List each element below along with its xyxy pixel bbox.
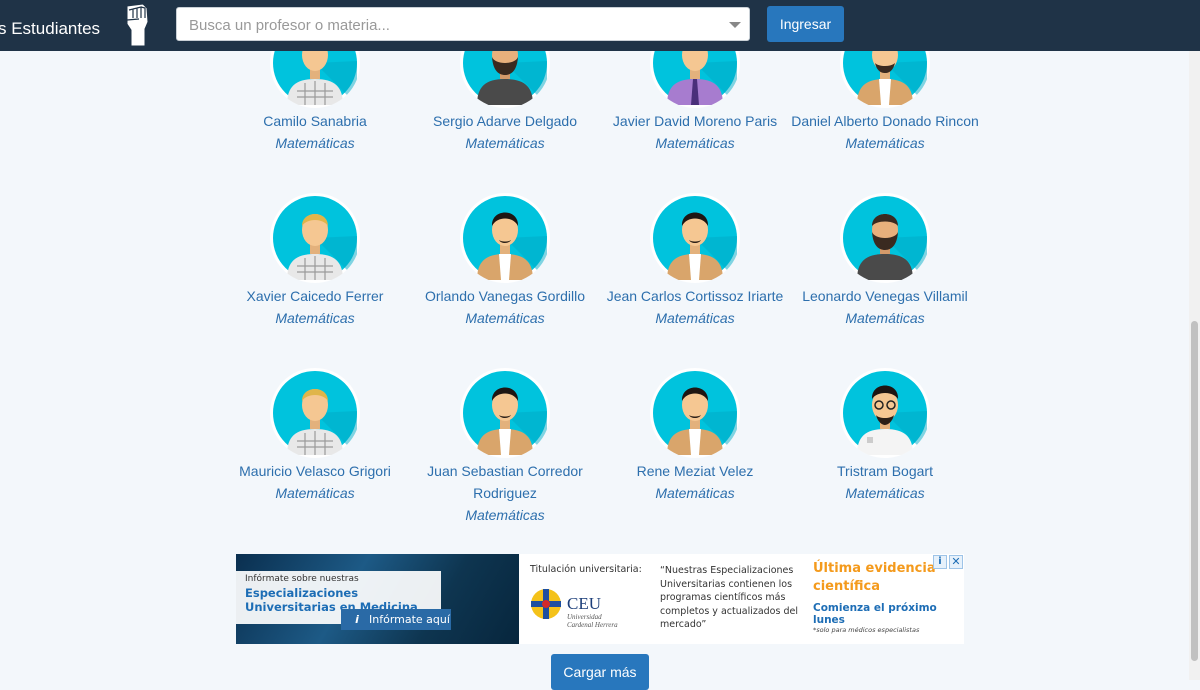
teacher-subject[interactable]: Matemáticas: [600, 132, 790, 154]
teacher-card[interactable]: Leonardo Venegas Villamil Matemáticas: [790, 193, 980, 329]
brand-name[interactable]: s Estudiantes: [0, 19, 100, 39]
scrollbar-thumb[interactable]: [1191, 321, 1198, 661]
teacher-name[interactable]: Mauricio Velasco Grigori: [220, 460, 410, 482]
scrollbar[interactable]: [1189, 51, 1200, 680]
teacher-subject[interactable]: Matemáticas: [220, 307, 410, 329]
teacher-name[interactable]: Tristram Bogart: [790, 460, 980, 482]
ad-info-button[interactable]: i Infórmate aquí: [341, 609, 451, 630]
login-button[interactable]: Ingresar: [767, 6, 844, 42]
teacher-name[interactable]: Jean Carlos Cortissoz Iriarte: [600, 285, 790, 307]
ceu-logo-text: CEU: [567, 594, 601, 613]
close-icon[interactable]: ✕: [949, 555, 963, 569]
teacher-subject[interactable]: Matemáticas: [790, 132, 980, 154]
man-jacket-avatar[interactable]: [650, 193, 740, 283]
raised-fist-icon[interactable]: [119, 2, 155, 48]
chevron-down-icon[interactable]: [729, 22, 741, 28]
blond-man-plaid-shirt-avatar[interactable]: [270, 368, 360, 458]
ad-info-button-label: Infórmate aquí: [369, 613, 450, 626]
blond-man-plaid-shirt-avatar[interactable]: [270, 193, 360, 283]
ceu-logo-subtitle: Universidad Cardenal Herrera: [567, 613, 618, 629]
ad-start-text[interactable]: Comienza el próximo lunes: [813, 602, 964, 626]
teacher-card[interactable]: Rene Meziat Velez Matemáticas: [600, 368, 790, 504]
man-jacket-avatar[interactable]: [460, 193, 550, 283]
teacher-card[interactable]: Mauricio Velasco Grigori Matemáticas: [220, 368, 410, 504]
man-glasses-white-coat-avatar[interactable]: [840, 368, 930, 458]
teacher-name[interactable]: Xavier Caicedo Ferrer: [220, 285, 410, 307]
teacher-name[interactable]: Camilo Sanabria: [220, 110, 410, 132]
man-jacket-avatar[interactable]: [460, 368, 550, 458]
search-box[interactable]: [176, 7, 750, 42]
teacher-name[interactable]: Leonardo Venegas Villamil: [790, 285, 980, 307]
teacher-name[interactable]: Rene Meziat Velez: [600, 460, 790, 482]
teacher-subject[interactable]: Matemáticas: [790, 307, 980, 329]
ad-quote: “Nuestras Especializaciones Universitari…: [660, 565, 798, 630]
teacher-name[interactable]: Javier David Moreno Paris: [600, 110, 790, 132]
teacher-card[interactable]: Juan Sebastian Corredor Rodriguez Matemá…: [410, 368, 600, 526]
teacher-name[interactable]: Juan Sebastian Corredor Rodriguez: [410, 460, 600, 504]
ad-banner[interactable]: Infórmate sobre nuestras Especializacion…: [236, 554, 964, 644]
man-jacket-avatar[interactable]: [650, 368, 740, 458]
teacher-subject[interactable]: Matemáticas: [600, 307, 790, 329]
teacher-card[interactable]: Orlando Vanegas Gordillo Matemáticas: [410, 193, 600, 329]
load-more-button[interactable]: Cargar más: [551, 654, 649, 690]
teacher-subject[interactable]: Matemáticas: [220, 132, 410, 154]
info-icon: i: [355, 613, 359, 626]
info-icon[interactable]: i: [933, 555, 947, 569]
teacher-card[interactable]: Xavier Caicedo Ferrer Matemáticas: [220, 193, 410, 329]
ad-orange-headline[interactable]: Última evidencia científica: [813, 560, 953, 596]
ad-intro-text: Infórmate sobre nuestras: [245, 574, 359, 584]
bearded-man-dark-shirt-avatar[interactable]: [840, 193, 930, 283]
teacher-subject[interactable]: Matemáticas: [600, 482, 790, 504]
navbar: s Estudiantes Ingresar: [0, 0, 1200, 51]
teacher-name[interactable]: Daniel Alberto Donado Rincon: [790, 110, 980, 132]
teacher-name[interactable]: Sergio Adarve Delgado: [410, 110, 600, 132]
ceu-logo-icon: [531, 589, 561, 619]
teacher-card[interactable]: Tristram Bogart Matemáticas: [790, 368, 980, 504]
teacher-subject[interactable]: Matemáticas: [410, 504, 600, 526]
ad-footnote: *solo para médicos especialistas: [813, 626, 920, 634]
search-input[interactable]: [187, 8, 721, 42]
teacher-subject[interactable]: Matemáticas: [790, 482, 980, 504]
teacher-card[interactable]: Jean Carlos Cortissoz Iriarte Matemática…: [600, 193, 790, 329]
teacher-subject[interactable]: Matemáticas: [220, 482, 410, 504]
ad-titulacion-label: Titulación universitaria:: [530, 564, 642, 575]
teacher-subject[interactable]: Matemáticas: [410, 307, 600, 329]
teacher-name[interactable]: Orlando Vanegas Gordillo: [410, 285, 600, 307]
teacher-subject[interactable]: Matemáticas: [410, 132, 600, 154]
